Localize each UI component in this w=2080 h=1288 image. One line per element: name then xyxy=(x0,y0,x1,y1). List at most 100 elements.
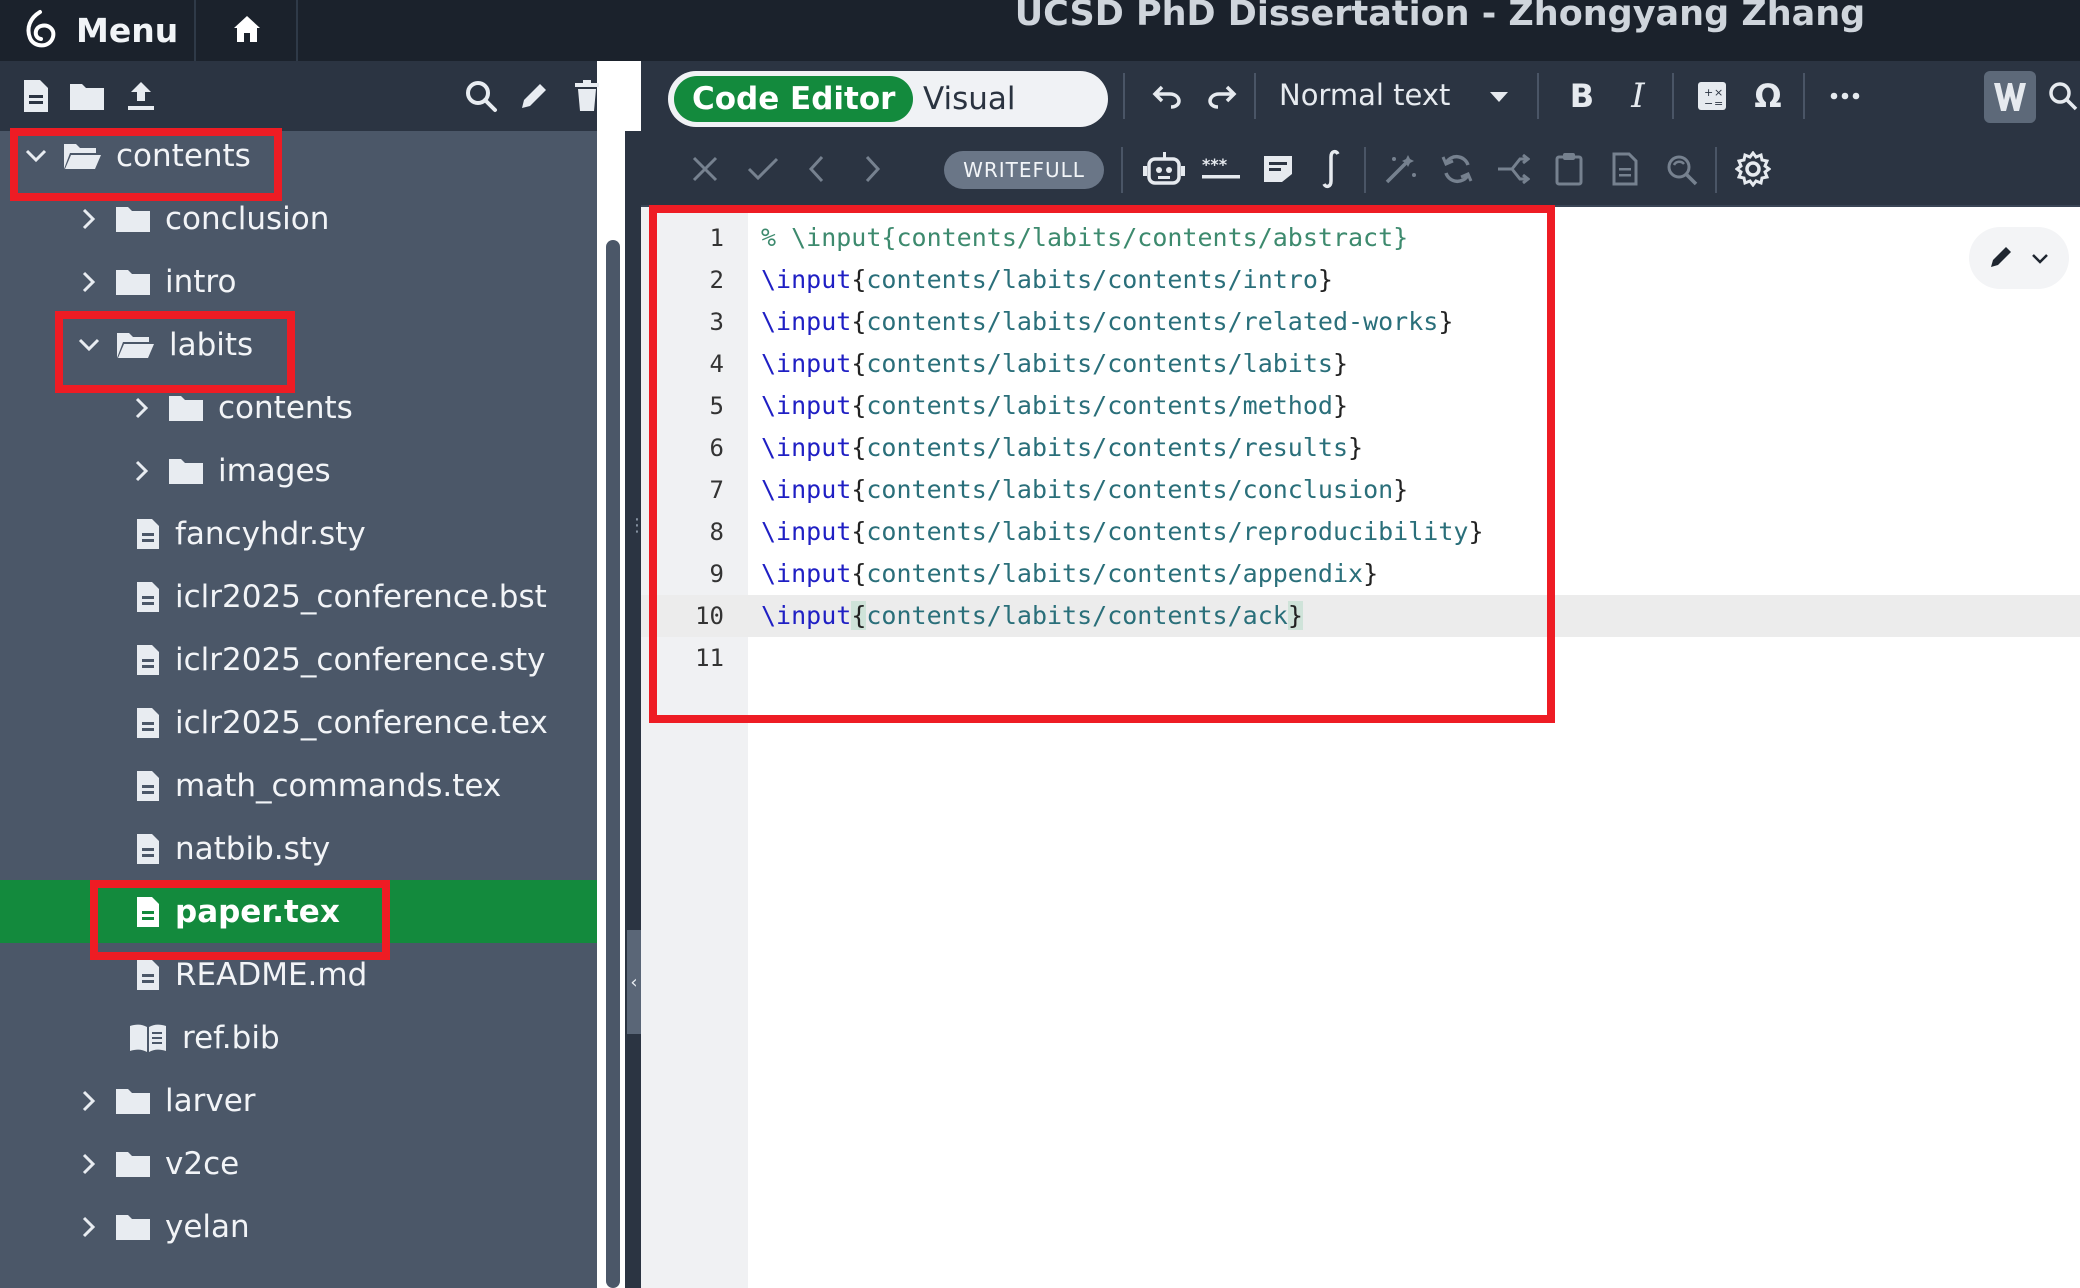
tree-item-label: math_commands.tex xyxy=(175,767,502,804)
tree-item-label: iclr2025_conference.sty xyxy=(175,641,546,678)
chevron-right-icon[interactable] xyxy=(128,460,156,482)
file-icon xyxy=(135,706,161,740)
file-tree-scrollbar-thumb[interactable] xyxy=(606,240,620,1288)
collapse-panel-button[interactable]: ‹ xyxy=(627,930,641,1034)
tree-item-label: iclr2025_conference.bst xyxy=(175,578,547,615)
clipboard-icon[interactable] xyxy=(1549,149,1589,189)
undo-icon[interactable] xyxy=(1146,75,1188,117)
omega-symbol-icon[interactable]: Ω xyxy=(1747,75,1789,117)
toolbar-separator xyxy=(1803,73,1805,119)
magic-wand-icon[interactable] xyxy=(1381,149,1421,189)
chevron-left-icon: ‹ xyxy=(630,971,638,993)
file-icon xyxy=(135,958,161,992)
tree-folder-intro[interactable]: intro xyxy=(0,250,672,313)
accept-check-icon[interactable] xyxy=(743,149,783,189)
chevron-right-icon[interactable] xyxy=(75,1153,103,1175)
document-icon[interactable] xyxy=(1605,149,1645,189)
next-chevron-icon[interactable] xyxy=(858,149,888,189)
settings-gear-icon[interactable] xyxy=(1731,147,1775,191)
tree-item-label: images xyxy=(218,452,331,489)
toolbar-separator xyxy=(1123,73,1125,119)
chevron-down-icon xyxy=(2031,249,2049,268)
writefull-toolbar: WRITEFULL *** xyxy=(641,131,2080,207)
file-tree-toolbar xyxy=(0,61,599,131)
refresh-icon[interactable] xyxy=(1437,149,1477,189)
editor-mode-switch[interactable]: Code Editor Visual Editor xyxy=(668,71,1108,163)
folder-icon xyxy=(168,393,204,423)
bold-icon[interactable]: B xyxy=(1561,75,1603,117)
code-editor-toggle[interactable]: Code Editor xyxy=(674,76,914,122)
svg-text:=: = xyxy=(1714,97,1723,110)
tree-item-label: ref.bib xyxy=(182,1019,280,1056)
upload-icon[interactable] xyxy=(122,77,160,115)
edit-mode-dropdown[interactable] xyxy=(1969,227,2069,289)
more-options-icon[interactable] xyxy=(1824,75,1866,117)
overleaf-logo-icon xyxy=(22,8,58,54)
new-folder-icon[interactable] xyxy=(68,77,106,115)
ai-robot-icon[interactable] xyxy=(1141,147,1187,191)
chevron-right-icon[interactable] xyxy=(75,1090,103,1112)
folder-icon xyxy=(115,204,151,234)
toolbar-separator xyxy=(1254,73,1256,119)
file-icon xyxy=(135,643,161,677)
chevron-right-icon[interactable] xyxy=(75,1216,103,1238)
editor-toolbar: Code Editor Visual Editor Normal text B … xyxy=(641,61,2080,163)
chevron-right-icon[interactable] xyxy=(75,208,103,230)
annotation-box-code xyxy=(649,205,1555,723)
writefull-logo-icon[interactable] xyxy=(1984,71,2036,123)
integral-icon[interactable] xyxy=(1313,147,1349,191)
top-bar: Menu UCSD PhD Dissertation - Zhongyang Z… xyxy=(0,0,2080,61)
caret-down-icon[interactable] xyxy=(1485,83,1513,111)
share-branch-icon[interactable] xyxy=(1493,149,1533,189)
search-icon[interactable] xyxy=(462,77,500,115)
paraphrase-note-icon[interactable] xyxy=(1255,149,1301,189)
tree-folder-larver[interactable]: larver xyxy=(0,1069,672,1132)
chevron-right-icon[interactable] xyxy=(128,397,156,419)
new-file-icon[interactable] xyxy=(17,77,55,115)
tree-item-label: natbib.sty xyxy=(175,830,331,867)
search-replace-icon[interactable] xyxy=(1661,149,1701,189)
writefull-badge[interactable]: WRITEFULL xyxy=(944,151,1104,189)
editor-search-icon[interactable] xyxy=(2046,75,2080,117)
file-tree: contents conclusion intro labits content… xyxy=(0,131,732,1288)
hide-password-icon[interactable]: *** xyxy=(1198,149,1244,189)
tree-folder-v2ce[interactable]: v2ce xyxy=(0,1132,672,1195)
annotation-box-paper-tex xyxy=(90,880,390,960)
delete-trash-icon[interactable] xyxy=(568,77,606,115)
insert-math-icon[interactable]: + × − = xyxy=(1691,75,1733,117)
toolbar-separator xyxy=(1715,147,1717,193)
previous-chevron-icon[interactable] xyxy=(801,149,831,189)
chevron-right-icon[interactable] xyxy=(75,271,103,293)
pencil-icon xyxy=(1989,243,2015,273)
menu-button[interactable]: Menu xyxy=(0,0,196,61)
folder-icon xyxy=(115,1086,151,1116)
tree-item-label: iclr2025_conference.tex xyxy=(175,704,548,741)
tree-item-label: v2ce xyxy=(165,1145,240,1182)
tree-folder-yelan[interactable]: yelan xyxy=(0,1195,672,1258)
home-icon xyxy=(230,12,264,50)
home-button[interactable] xyxy=(198,0,298,61)
tree-item-label: intro xyxy=(165,263,237,300)
toolbar-separator xyxy=(1364,147,1366,193)
panel-resize-divider[interactable] xyxy=(625,131,641,1288)
visual-editor-toggle[interactable]: Visual Editor xyxy=(923,76,1108,163)
redo-icon[interactable] xyxy=(1201,75,1243,117)
file-icon xyxy=(135,769,161,803)
rename-pencil-icon[interactable] xyxy=(515,77,553,115)
project-title: UCSD PhD Dissertation - Zhongyang Zhang xyxy=(1014,0,1866,34)
reject-x-icon[interactable] xyxy=(685,149,725,189)
text-style-dropdown[interactable]: Normal text xyxy=(1279,75,1450,115)
svg-text:−: − xyxy=(1704,97,1713,110)
tree-item-label: larver xyxy=(165,1082,256,1119)
file-tree-panel: contents conclusion intro labits content… xyxy=(0,61,732,1288)
tree-item-label: fancyhdr.sty xyxy=(175,515,366,552)
folder-icon xyxy=(115,1212,151,1242)
tree-item-label: contents xyxy=(218,389,353,426)
italic-icon[interactable]: I xyxy=(1617,75,1659,117)
file-icon xyxy=(135,580,161,614)
folder-icon xyxy=(168,456,204,486)
folder-icon xyxy=(115,1149,151,1179)
tree-item-label: yelan xyxy=(165,1208,250,1245)
toolbar-separator xyxy=(1672,73,1674,119)
file-icon xyxy=(135,517,161,551)
